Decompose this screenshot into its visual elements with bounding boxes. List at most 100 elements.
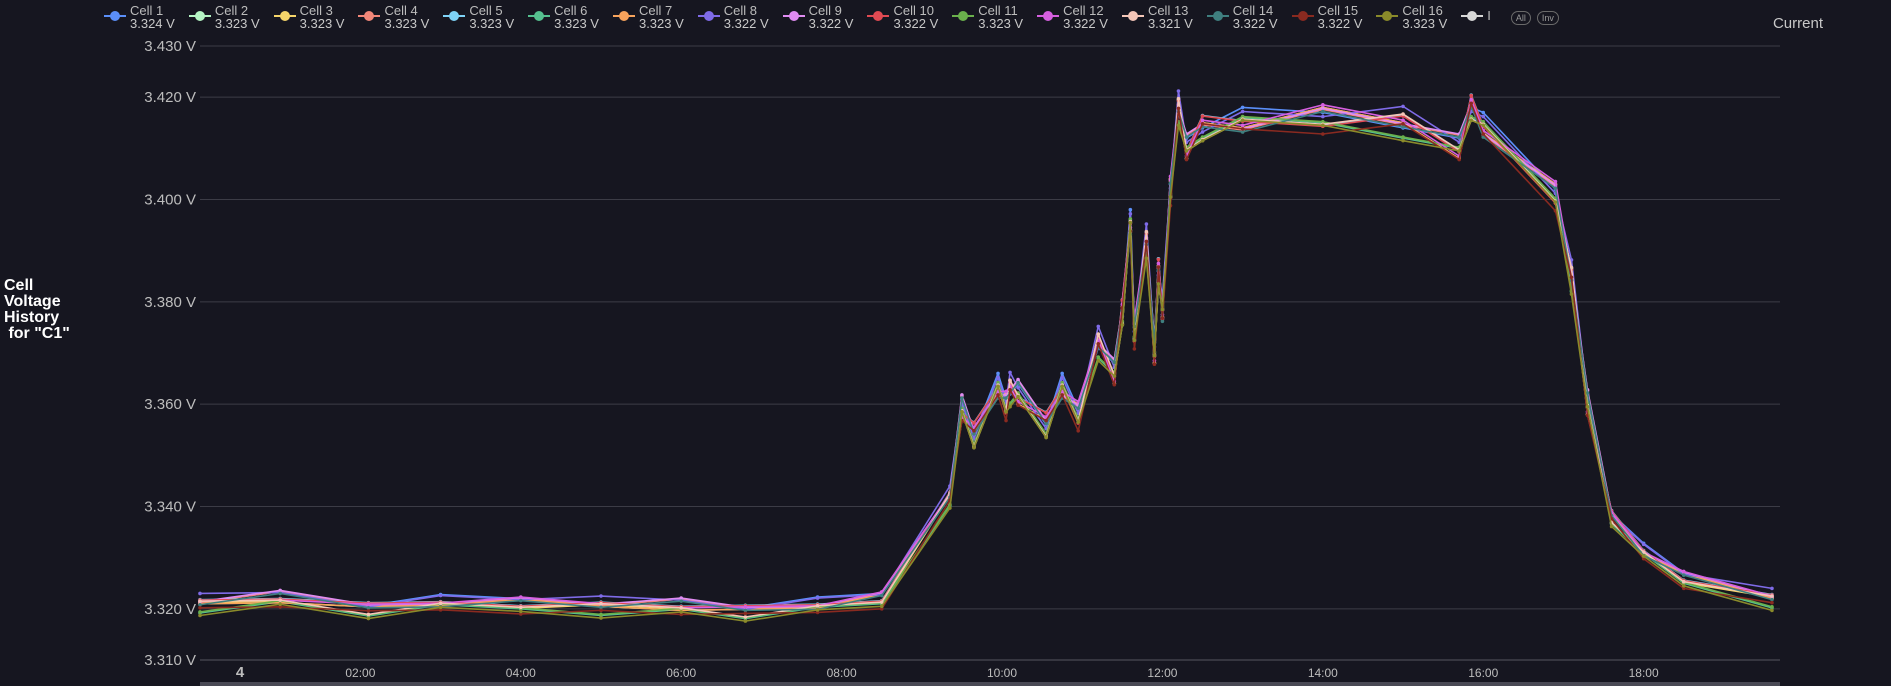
data-point [815, 608, 820, 612]
data-point [1008, 378, 1012, 382]
data-point [1200, 130, 1205, 134]
data-point [1144, 222, 1149, 226]
data-point [1200, 138, 1205, 143]
data-point [599, 612, 603, 617]
data-point [1321, 123, 1325, 128]
series-cell-8 [198, 89, 1774, 612]
x-tick-label: 04:00 [506, 666, 536, 680]
data-point [1457, 157, 1461, 162]
data-point [1060, 375, 1064, 380]
data-point [366, 606, 371, 610]
data-point [1481, 123, 1486, 128]
data-point [1008, 370, 1012, 375]
data-point [1008, 404, 1012, 409]
data-point [743, 611, 748, 616]
data-point [1681, 573, 1686, 577]
data-point [1152, 362, 1157, 367]
data-point [1144, 229, 1149, 234]
data-point [815, 603, 820, 608]
data-point [1553, 200, 1558, 204]
data-point [1060, 393, 1064, 397]
x-tick-label: 02:00 [345, 666, 375, 680]
data-point [972, 432, 976, 436]
data-point [1481, 110, 1486, 115]
data-point [743, 615, 748, 619]
data-point [1553, 186, 1558, 191]
data-point [1156, 265, 1161, 269]
data-point [1144, 256, 1149, 261]
data-point [1128, 220, 1133, 225]
data-point [1152, 353, 1157, 358]
data-point [1401, 112, 1405, 116]
data-point [996, 384, 1000, 389]
data-point [996, 371, 1000, 376]
data-point [1016, 377, 1020, 382]
data-point [1096, 358, 1101, 363]
data-point [1076, 420, 1081, 424]
data-point [1401, 138, 1405, 143]
data-point [1770, 586, 1774, 591]
data-point [278, 591, 283, 596]
data-point [1641, 542, 1646, 547]
data-point [599, 594, 603, 598]
data-point [1240, 127, 1245, 131]
x-tick-label: 08:00 [827, 666, 857, 680]
data-point [743, 619, 748, 623]
data-point [1770, 600, 1774, 605]
data-point [1585, 404, 1590, 409]
data-point [996, 375, 1000, 380]
data-point [1128, 207, 1133, 212]
data-point [1016, 394, 1020, 399]
data-point [1770, 608, 1774, 613]
x-tick-label: 14:00 [1308, 666, 1338, 680]
data-point [1044, 418, 1048, 423]
data-point [1184, 157, 1189, 162]
data-point [198, 591, 202, 596]
data-point [996, 393, 1000, 397]
data-point [519, 609, 523, 614]
data-point [1044, 421, 1048, 426]
data-point [599, 605, 603, 610]
data-point [1168, 195, 1173, 199]
data-point [278, 602, 283, 607]
data-point [1200, 114, 1205, 118]
data-point [1160, 307, 1165, 312]
data-point [1016, 380, 1020, 385]
data-point [972, 428, 976, 433]
data-point [1553, 179, 1558, 184]
data-point [198, 613, 202, 618]
data-point [1569, 292, 1574, 296]
data-point [1096, 355, 1101, 359]
data-point [1481, 132, 1486, 136]
x-tick-label: 18:00 [1629, 666, 1659, 680]
data-point [1004, 389, 1008, 394]
series-cell-2 [198, 100, 1774, 613]
y-tick-label: 3.340 V [144, 499, 196, 516]
data-point [1457, 135, 1461, 139]
data-point [1008, 388, 1012, 392]
data-point [679, 606, 684, 610]
data-point [438, 593, 443, 598]
horizontal-scrollbar[interactable] [200, 682, 1780, 686]
data-point [960, 410, 964, 414]
data-point [519, 598, 523, 603]
data-point [1176, 106, 1181, 111]
data-point [1184, 149, 1189, 153]
data-point [1469, 118, 1474, 122]
data-point [679, 596, 684, 600]
data-point [1144, 239, 1149, 244]
data-point [1469, 101, 1474, 106]
data-point [1128, 212, 1133, 216]
y-tick-label: 3.430 V [144, 38, 196, 55]
data-point [948, 506, 952, 510]
data-point [879, 593, 884, 598]
data-point [1076, 428, 1081, 433]
cell-voltage-chart: 3.310 V 3.320 V 3.340 V 3.360 V 3.380 V 3.400… [144, 38, 1780, 681]
data-point [972, 445, 976, 450]
data-point [1060, 371, 1064, 376]
data-point [599, 601, 603, 606]
data-point [366, 609, 371, 613]
data-point [1609, 524, 1614, 529]
data-point [1120, 323, 1125, 327]
y-tick-label: 3.420 V [144, 89, 196, 106]
